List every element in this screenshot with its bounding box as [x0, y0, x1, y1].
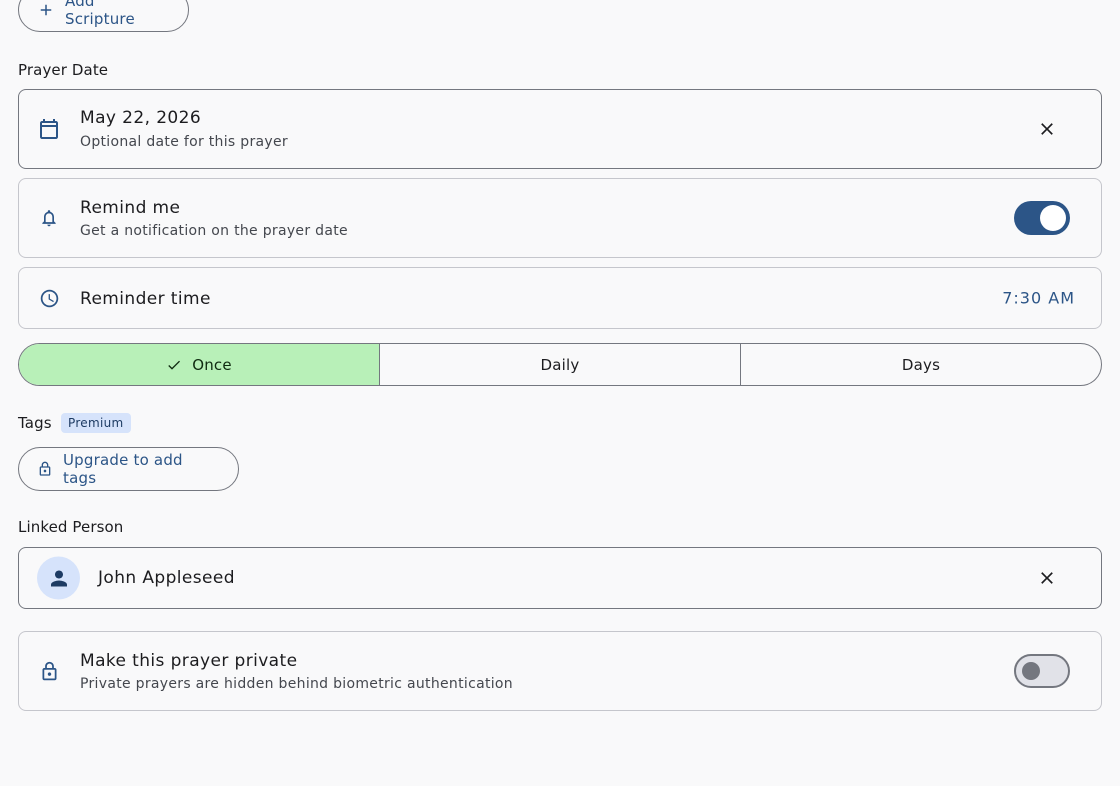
avatar	[37, 556, 80, 600]
upgrade-tags-label: Upgrade to add tags	[63, 451, 183, 487]
prayer-form: Add Scripture Prayer Date May 22, 2026 O…	[0, 0, 1120, 786]
private-title: Make this prayer private	[80, 651, 298, 671]
segment-days[interactable]: Days	[741, 344, 1101, 385]
remove-person-button[interactable]	[1035, 566, 1059, 590]
segment-daily-label: Daily	[540, 355, 580, 374]
calendar-icon	[37, 117, 61, 141]
linked-person-label: Linked Person	[18, 518, 124, 536]
bell-icon	[37, 206, 61, 230]
plus-icon	[40, 4, 52, 16]
person-icon	[50, 570, 67, 586]
toggle-knob	[1040, 205, 1066, 231]
check-icon	[168, 360, 181, 370]
prayer-date-value: May 22, 2026	[80, 108, 202, 128]
toggle-knob	[1022, 662, 1040, 680]
linked-person-field[interactable]: John Appleseed	[18, 547, 1102, 609]
prayer-date-helper: Optional date for this prayer	[80, 134, 288, 150]
private-toggle[interactable]	[1014, 654, 1070, 688]
clear-date-button[interactable]	[1035, 117, 1059, 141]
prayer-date-label: Prayer Date	[18, 61, 109, 79]
lock-icon	[37, 659, 61, 683]
private-row: Make this prayer private Private prayers…	[18, 631, 1102, 711]
private-subtitle: Private prayers are hidden behind biomet…	[80, 676, 513, 692]
prayer-date-field[interactable]: May 22, 2026 Optional date for this pray…	[18, 89, 1102, 169]
tags-label: Tags	[18, 414, 52, 432]
remind-me-subtitle: Get a notification on the prayer date	[80, 223, 348, 239]
lock-icon	[39, 461, 51, 476]
segment-daily[interactable]: Daily	[380, 344, 741, 385]
linked-person-name: John Appleseed	[98, 568, 235, 588]
premium-badge: Premium	[61, 413, 131, 433]
segment-days-label: Days	[901, 355, 941, 374]
close-icon	[1041, 123, 1053, 135]
remind-me-title: Remind me	[80, 198, 181, 218]
upgrade-tags-button[interactable]: Upgrade to add tags	[18, 447, 239, 491]
segment-once[interactable]: Once	[19, 344, 380, 385]
clock-icon	[37, 286, 61, 310]
add-scripture-label: Add Scripture	[65, 0, 135, 28]
repeat-segmented-control: Once Daily Days	[18, 343, 1102, 386]
close-icon	[1041, 572, 1053, 584]
reminder-time-value[interactable]: 7:30 AM	[1002, 289, 1075, 308]
add-scripture-button[interactable]: Add Scripture	[18, 0, 189, 32]
remind-me-row: Remind me Get a notification on the pray…	[18, 178, 1102, 258]
segment-once-label: Once	[192, 355, 232, 374]
reminder-time-row[interactable]: Reminder time 7:30 AM	[18, 267, 1102, 329]
reminder-time-label: Reminder time	[80, 289, 211, 309]
remind-me-toggle[interactable]	[1014, 201, 1070, 235]
